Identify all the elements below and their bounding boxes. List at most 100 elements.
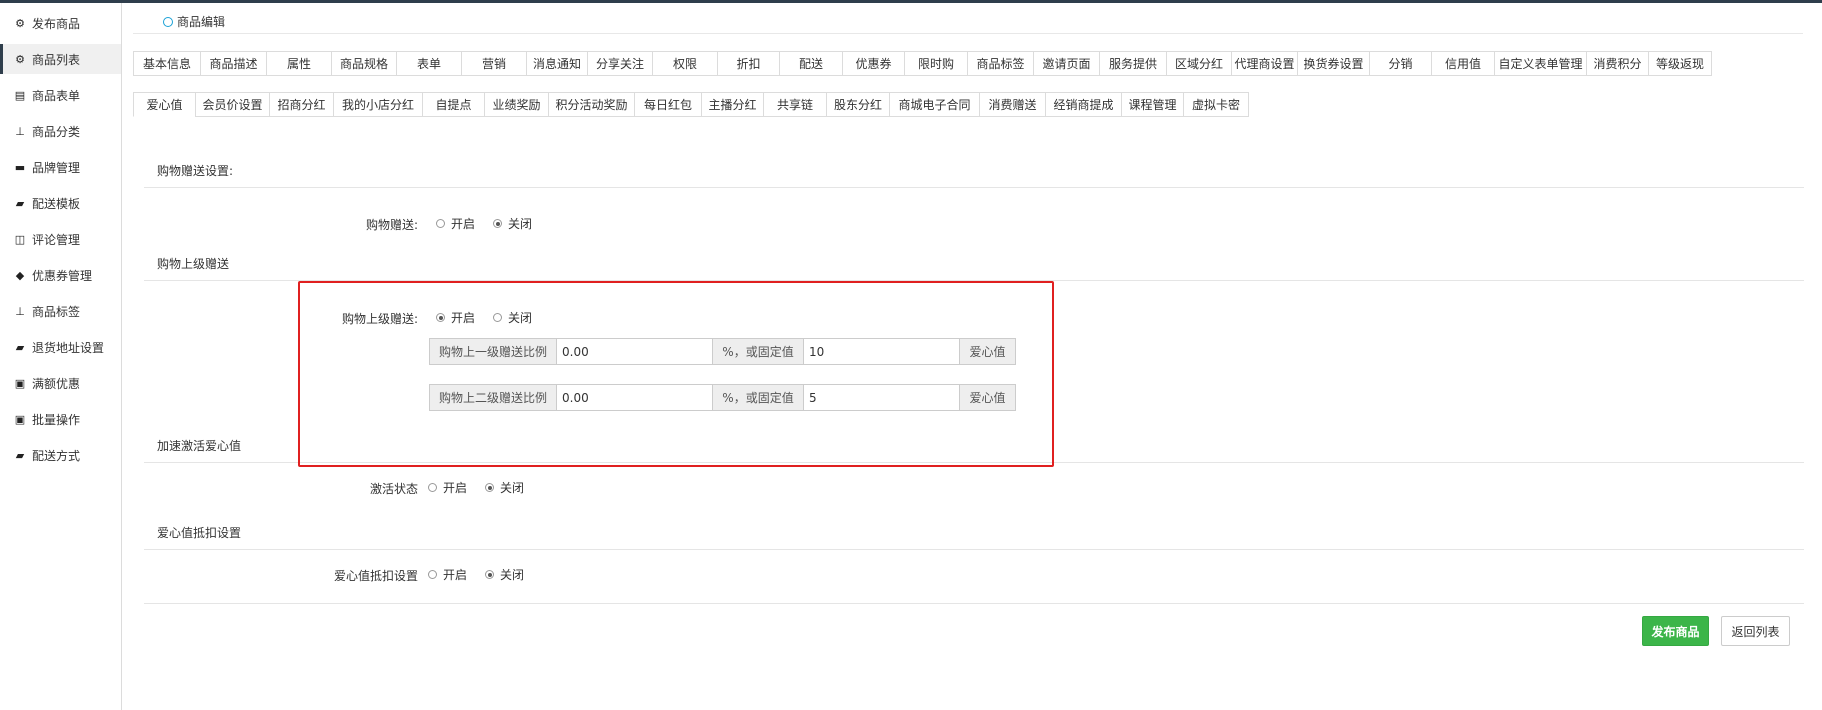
radio-on[interactable]: [436, 219, 445, 228]
gift-icon: ▣: [14, 376, 26, 390]
tab[interactable]: 商品规格: [331, 51, 397, 76]
radio-on[interactable]: [428, 483, 437, 492]
tab[interactable]: 表单: [396, 51, 462, 76]
sidebar: ⚙ 发布商品 ⚙ 商品列表 ▤ 商品表单 ⊥ 商品分类 ▬ 品牌管理 ▰ 配送模板 ◫ 评论管理 ◆ 优惠券管…: [0, 3, 122, 710]
tab[interactable]: 优惠券: [842, 51, 905, 76]
tab[interactable]: 消息通知: [526, 51, 588, 76]
tab[interactable]: 虚拟卡密: [1183, 92, 1249, 117]
sidebar-item-label: 商品表单: [32, 88, 81, 103]
tab[interactable]: 经销商提成: [1045, 92, 1122, 117]
tab[interactable]: 信用值: [1431, 51, 1495, 76]
tab[interactable]: 代理商设置: [1231, 51, 1298, 76]
sidebar-item[interactable]: ▣ 批量操作: [0, 404, 121, 434]
tab[interactable]: 主播分红: [701, 92, 764, 117]
tab[interactable]: 分享关注: [587, 51, 653, 76]
sitemap-icon: ⊥: [15, 124, 25, 138]
sidebar-item[interactable]: ⚙ 发布商品: [0, 8, 121, 38]
divider: [144, 603, 1804, 604]
sidebar-item[interactable]: ▬ 品牌管理: [0, 152, 121, 182]
radio-label-on: 开启: [443, 568, 468, 582]
radio-on[interactable]: [428, 570, 437, 579]
tab[interactable]: 限时购: [904, 51, 968, 76]
sidebar-item-label: 满额优惠: [32, 376, 81, 391]
tab[interactable]: 共享链: [763, 92, 827, 117]
sidebar-item[interactable]: ⚙ 商品列表: [0, 44, 121, 74]
tab[interactable]: 招商分红: [269, 92, 334, 117]
sidebar-item[interactable]: ▰ 配送模板: [0, 188, 121, 218]
tab[interactable]: 折扣: [717, 51, 780, 76]
deduction-radio-group: 开启 关闭: [428, 566, 542, 583]
tab[interactable]: 商品标签: [967, 51, 1034, 76]
tab[interactable]: 课程管理: [1121, 92, 1184, 117]
tab[interactable]: 配送: [779, 51, 843, 76]
tab[interactable]: 权限: [652, 51, 718, 76]
truck-icon: ▰: [15, 196, 25, 210]
truck-icon: ▰: [15, 448, 25, 462]
tab[interactable]: 服务提供: [1099, 51, 1167, 76]
tab-bar-secondary: 爱心值 会员价设置 招商分红 我的小店分红 自提点 业绩奖励 积分活动奖励 每日红包 主播分红共…: [133, 92, 1249, 117]
gift-icon: ▣: [14, 412, 26, 426]
section-title-shopping-gift: 购物赠送设置:: [157, 164, 234, 178]
sidebar-item[interactable]: ⊥ 商品分类: [0, 116, 121, 146]
tab[interactable]: 股东分红: [826, 92, 890, 117]
activation-label: 激活状态: [369, 482, 418, 496]
tab[interactable]: 自定义表单管理: [1494, 51, 1587, 76]
sitemap-icon: ⊥: [15, 304, 25, 318]
cubes-icon: ⚙: [15, 16, 25, 30]
sidebar-item[interactable]: ▣ 满额优惠: [0, 368, 121, 398]
sidebar-item-label: 优惠券管理: [32, 268, 93, 283]
tab[interactable]: 基本信息: [133, 51, 201, 76]
publish-button[interactable]: 发布商品: [1642, 616, 1709, 646]
section-title-deduction: 爱心值抵扣设置: [157, 526, 242, 540]
sidebar-item-label: 配送模板: [32, 196, 81, 211]
tab[interactable]: 换货券设置: [1297, 51, 1370, 76]
radio-off[interactable]: [493, 219, 503, 228]
radio-label-off: 关闭: [500, 568, 525, 582]
tab[interactable]: 营销: [461, 51, 527, 76]
tab[interactable]: 每日红包: [634, 92, 702, 117]
radio-label-off: 关闭: [508, 217, 533, 231]
sidebar-item-label: 商品列表: [32, 52, 81, 67]
radio-off[interactable]: [485, 483, 495, 492]
sidebar-item[interactable]: ◫ 评论管理: [0, 224, 121, 254]
tab[interactable]: 商城电子合同: [889, 92, 980, 117]
tab[interactable]: 消费积分: [1586, 51, 1649, 76]
tab[interactable]: 区域分红: [1166, 51, 1232, 76]
sidebar-item-label: 配送方式: [32, 448, 81, 463]
radio-label-off: 关闭: [500, 481, 525, 495]
tab[interactable]: 我的小店分红: [333, 92, 423, 117]
tab[interactable]: 会员价设置: [195, 92, 270, 117]
breadcrumb-label: 商品编辑: [177, 15, 226, 29]
circle-icon: [163, 16, 173, 27]
tab[interactable]: 商品描述: [200, 51, 267, 76]
sidebar-item-label: 发布商品: [32, 16, 81, 31]
sidebar-item[interactable]: ▤ 商品表单: [0, 80, 121, 110]
sidebar-item[interactable]: ⊥ 商品标签: [0, 296, 121, 326]
sidebar-item[interactable]: ▰ 退货地址设置: [0, 332, 121, 362]
sidebar-item-label: 品牌管理: [32, 160, 81, 175]
breadcrumb: 商品编辑: [163, 13, 225, 30]
tab[interactable]: 邀请页面: [1033, 51, 1100, 76]
highlight-annotation: [298, 281, 1054, 467]
sidebar-item-label: 批量操作: [32, 412, 81, 427]
tab[interactable]: 积分活动奖励: [548, 92, 635, 117]
divider: [133, 33, 1803, 34]
tab-bar-primary: 基本信息 商品描述 属性 商品规格 表单 营销 消息通知 分享关注 权限 折扣 配送 优惠券 限时购 商品…: [133, 51, 1712, 76]
shopping-gift-label: 购物赠送:: [365, 218, 418, 232]
sidebar-item[interactable]: ◆ 优惠券管理: [0, 260, 121, 290]
sidebar-item[interactable]: ▰ 配送方式: [0, 440, 121, 470]
tab[interactable]: 等级返现: [1648, 51, 1712, 76]
tab[interactable]: 消费赠送: [979, 92, 1046, 117]
section-title-activation: 加速激活爱心值: [157, 439, 242, 453]
tab[interactable]: 爱心值: [133, 92, 196, 117]
back-to-list-button[interactable]: 返回列表: [1721, 616, 1790, 646]
sidebar-item-label: 评论管理: [32, 232, 81, 247]
radio-off[interactable]: [485, 570, 495, 579]
divider: [144, 187, 1804, 188]
tab[interactable]: 属性: [266, 51, 332, 76]
tab[interactable]: 业绩奖励: [484, 92, 549, 117]
tab[interactable]: 分销: [1369, 51, 1432, 76]
sidebar-item-label: 商品分类: [32, 124, 81, 139]
tab[interactable]: 自提点: [422, 92, 485, 117]
file-icon: ▤: [14, 88, 26, 102]
